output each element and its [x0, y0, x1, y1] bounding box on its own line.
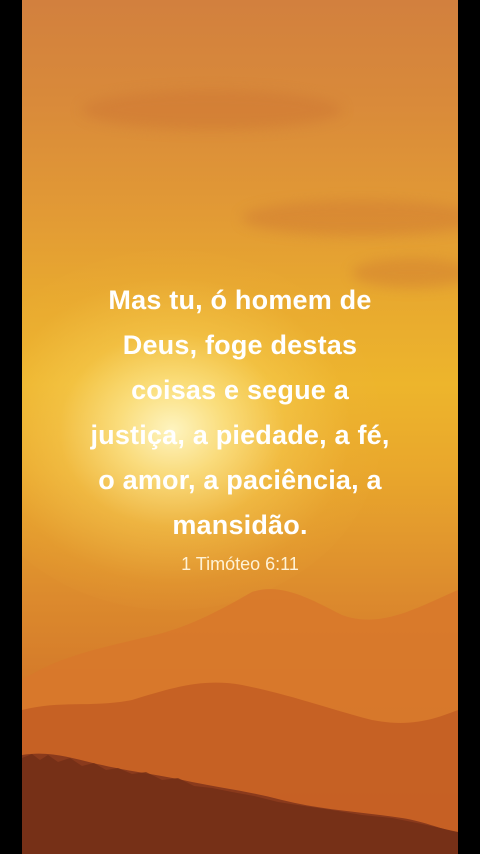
- cloud: [82, 90, 342, 130]
- verse-text: Mas tu, ó homem de Deus, foge destas coi…: [22, 278, 458, 548]
- verse-line: coisas e segue a: [131, 375, 349, 405]
- verse-reference: 1 Timóteo 6:11: [181, 554, 299, 574]
- verse-line: justiça, a piedade, a fé,: [90, 420, 390, 450]
- cloud: [242, 200, 458, 236]
- screen: Mas tu, ó homem de Deus, foge destas coi…: [0, 0, 480, 854]
- mountain-silhouettes: [22, 589, 458, 854]
- verse-line: o amor, a paciência, a: [98, 465, 382, 495]
- verse-line: Deus, foge destas: [122, 330, 358, 360]
- verse-line: Mas tu, ó homem de: [108, 285, 372, 315]
- verse-line: mansidão.: [172, 510, 308, 540]
